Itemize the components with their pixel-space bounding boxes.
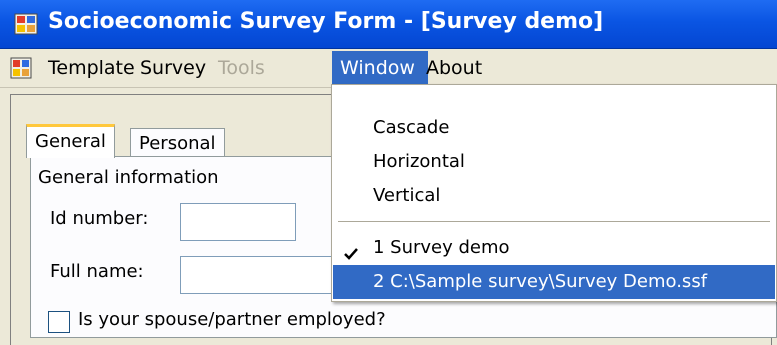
menu-window[interactable]: Window [332,51,428,85]
menu-item-vertical[interactable]: Vertical [333,179,775,213]
menu-item-survey-demo-label: 1 Survey demo [373,237,510,258]
menu-item-sample-survey-file-label: 2 C:\Sample survey\Survey Demo.ssf [373,271,708,292]
title-bar[interactable]: Socioeconomic Survey Form - [Survey demo… [0,0,777,49]
menu-item-cascade-label: Cascade [373,117,450,138]
menu-item-horizontal[interactable]: Horizontal [333,145,775,179]
id-number-label: Id number: [50,208,149,229]
full-name-input[interactable] [180,256,352,294]
mdi-child-icon[interactable] [10,57,32,79]
id-number-input[interactable] [180,203,296,241]
window-title: Socioeconomic Survey Form - [Survey demo… [48,9,604,34]
group-label-general-information: General information [38,167,219,188]
menu-tools[interactable]: Tools [210,51,273,85]
window-menu-dropdown: Cascade Horizontal Vertical 1 Survey dem… [331,84,777,302]
menu-item-survey-demo[interactable]: 1 Survey demo [333,231,775,265]
spouse-employed-checkbox[interactable] [48,311,70,333]
menu-item-cascade[interactable]: Cascade [333,111,775,145]
spouse-employed-label: Is your spouse/partner employed? [78,309,386,330]
tab-personal[interactable]: Personal [130,128,225,157]
menu-survey[interactable]: Survey [132,51,214,85]
menu-separator [338,221,770,222]
menu-about[interactable]: About [418,51,490,85]
checkmark-icon [343,240,359,260]
tab-general[interactable]: General [26,124,115,158]
menu-template[interactable]: Template [40,51,143,85]
menu-bar: Template Survey Tools Window About [0,49,777,88]
full-name-label: Full name: [50,261,144,282]
app-icon[interactable] [14,12,38,36]
menu-item-sample-survey-file[interactable]: 2 C:\Sample survey\Survey Demo.ssf [333,265,775,299]
menu-item-vertical-label: Vertical [373,185,441,206]
menu-item-horizontal-label: Horizontal [373,151,465,172]
